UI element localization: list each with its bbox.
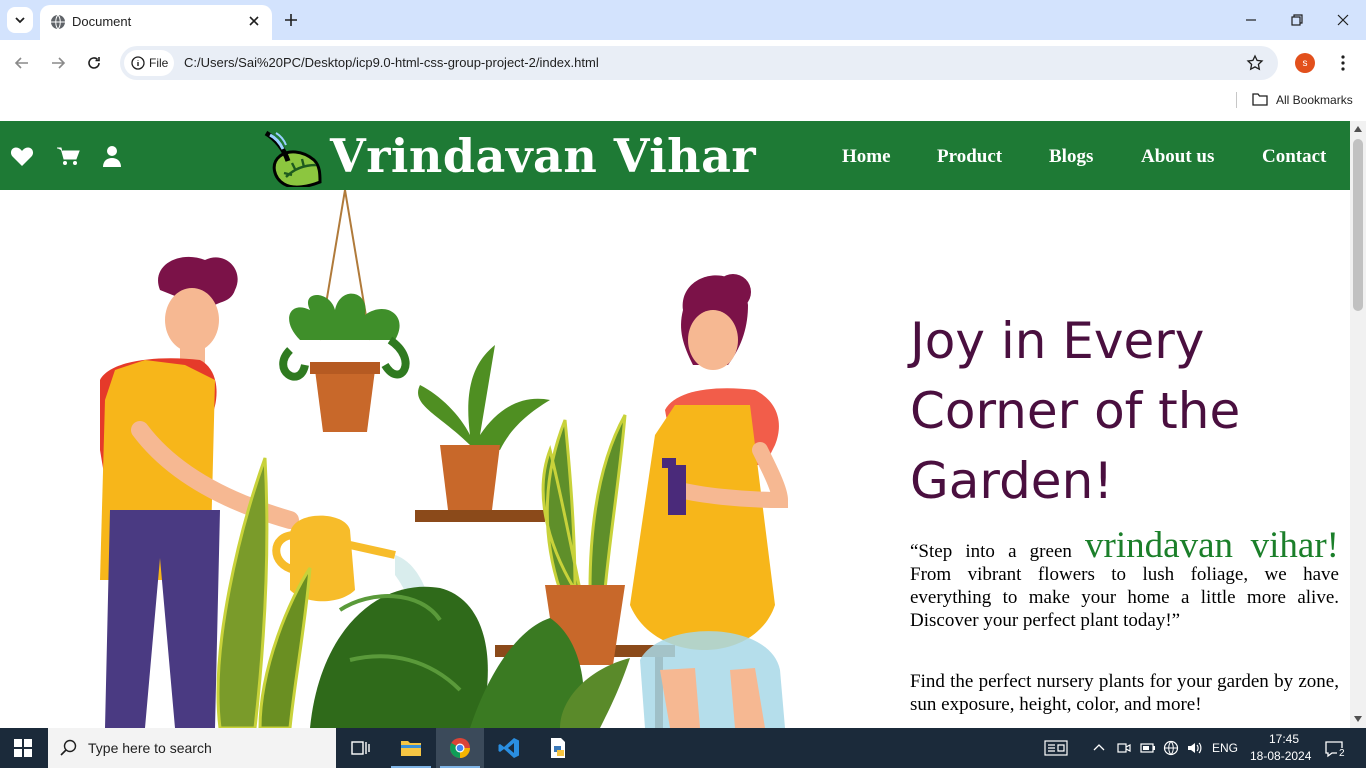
python-file-icon (551, 738, 565, 758)
vscode-app[interactable] (485, 728, 533, 768)
task-view-button[interactable] (336, 728, 384, 768)
scroll-up-icon[interactable] (1354, 126, 1362, 132)
address-chip-label: File (149, 56, 169, 70)
chevron-down-icon (15, 17, 25, 24)
search-placeholder: Type here to search (88, 740, 212, 756)
clock-time[interactable]: 17:45 (1264, 732, 1304, 746)
python-file-app[interactable] (534, 728, 582, 768)
site-header: Vrindavan Vihar Home Product Blogs About… (0, 121, 1350, 190)
folder-explorer-icon (401, 741, 421, 756)
heart-icon[interactable] (10, 145, 34, 167)
gardening-illustration (100, 190, 789, 728)
hero-quote: “Step into a green vrindavan vihar! From… (910, 527, 1339, 632)
bookmarks-bar: All Bookmarks (0, 86, 1366, 120)
browser-tab[interactable]: Document (40, 5, 272, 40)
reload-icon[interactable] (84, 53, 104, 73)
clock-date[interactable]: 18-08-2024 (1250, 749, 1311, 763)
url-text[interactable]: C:/Users/Sai%20PC/Desktop/icp9.0-html-cs… (184, 55, 599, 70)
battery-icon[interactable] (1140, 740, 1156, 756)
cart-icon[interactable] (56, 145, 80, 167)
tab-strip: Document (0, 0, 1366, 40)
task-view-icon (351, 741, 370, 755)
folder-icon[interactable] (1252, 92, 1268, 106)
scroll-down-icon[interactable] (1354, 716, 1362, 722)
info-icon (131, 56, 145, 70)
browser-toolbar: File C:/Users/Sai%20PC/Desktop/icp9.0-ht… (0, 40, 1366, 86)
nav-contact[interactable]: Contact (1262, 146, 1326, 168)
windows-start-icon[interactable] (14, 739, 32, 757)
chevron-up-icon[interactable] (1091, 740, 1107, 756)
page-viewport: Vrindavan Vihar Home Product Blogs About… (0, 121, 1350, 728)
news-widget-icon[interactable] (1044, 740, 1068, 756)
site-info-chip[interactable]: File (124, 50, 174, 76)
file-explorer-app[interactable] (387, 728, 435, 768)
chrome-app[interactable] (436, 728, 484, 768)
meet-now-icon[interactable] (1116, 740, 1132, 756)
hero-find-text: Find the perfect nursery plants for your… (910, 671, 1339, 715)
close-icon[interactable] (246, 13, 262, 29)
nav-product[interactable]: Product (937, 146, 1002, 168)
notification-count: 2 (1337, 748, 1347, 759)
scrollbar-thumb[interactable] (1353, 139, 1363, 311)
tab-title: Document (72, 14, 132, 29)
language-indicator[interactable]: ENG (1212, 741, 1238, 755)
tab-search-button[interactable] (7, 7, 33, 33)
nav-blogs[interactable]: Blogs (1049, 146, 1093, 168)
vscode-icon (498, 738, 519, 758)
network-globe-icon[interactable] (1163, 740, 1179, 756)
page-scrollbar[interactable] (1350, 121, 1366, 728)
volume-icon[interactable] (1186, 740, 1202, 756)
search-icon (60, 739, 77, 756)
globe-icon (51, 14, 65, 30)
nav-home[interactable]: Home (842, 146, 891, 168)
hero-quote-rest: From vibrant flowers to lush foliage, we… (910, 564, 1339, 631)
hero-quote-highlight: vrindavan vihar! (1085, 525, 1339, 566)
hanging-plant (279, 293, 410, 432)
restore-icon[interactable] (1289, 12, 1305, 28)
hero-title: Joy in Every Corner of the Garden! (910, 312, 1241, 510)
window-close-icon[interactable] (1335, 12, 1351, 28)
hero-quote-prefix: “Step into a green (910, 541, 1072, 562)
all-bookmarks-link[interactable]: All Bookmarks (1276, 93, 1353, 107)
new-tab-icon[interactable] (282, 11, 300, 29)
address-bar[interactable]: File C:/Users/Sai%20PC/Desktop/icp9.0-ht… (120, 46, 1278, 80)
back-arrow-icon[interactable] (12, 53, 32, 73)
nav-about-us[interactable]: About us (1141, 146, 1214, 168)
taskbar-search[interactable]: Type here to search (48, 728, 336, 768)
windows-taskbar: Type here to search ENG 17:45 18-08-2024… (0, 728, 1366, 768)
chrome-icon (450, 738, 470, 758)
brand-logo (264, 130, 322, 187)
bookmarks-divider (1236, 92, 1237, 108)
star-icon[interactable] (1246, 54, 1264, 72)
profile-avatar[interactable]: s (1295, 53, 1315, 73)
brand-name[interactable]: Vrindavan Vihar (330, 129, 756, 183)
woman-figure (630, 274, 789, 728)
user-icon[interactable] (100, 145, 124, 167)
more-menu-icon[interactable] (1336, 52, 1350, 74)
forward-arrow-icon[interactable] (48, 53, 68, 73)
minimize-icon[interactable] (1243, 12, 1259, 28)
